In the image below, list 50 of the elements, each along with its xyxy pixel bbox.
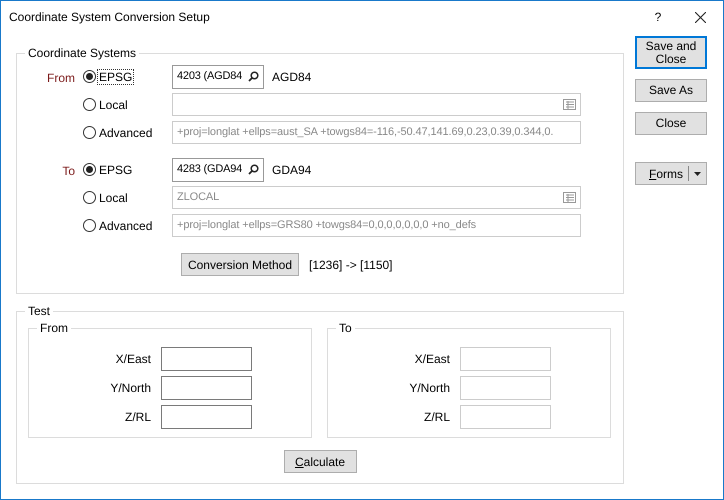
- local-field[interactable]: ZLOCAL: [172, 186, 581, 209]
- radio-label[interactable]: EPSG: [98, 160, 172, 178]
- list-icon[interactable]: [563, 99, 576, 110]
- group-label: From: [47, 71, 75, 85]
- help-button[interactable]: ?: [638, 8, 678, 26]
- system-name: AGD84: [272, 68, 312, 86]
- field-label: X/East: [114, 351, 152, 368]
- window-title: Coordinate System Conversion Setup: [9, 9, 211, 26]
- field-label: Z/RL: [124, 409, 152, 426]
- radio-label[interactable]: Local: [98, 188, 172, 206]
- field-label: Y/North: [109, 380, 152, 397]
- radio-button[interactable]: [83, 70, 96, 83]
- field-label: X/East: [414, 351, 451, 368]
- field-label: Z/RL: [422, 409, 451, 426]
- save-close-button[interactable]: Save and Close: [635, 36, 707, 69]
- search-icon[interactable]: [248, 164, 259, 175]
- calculate-button[interactable]: Calculate: [284, 450, 356, 473]
- group-title: From: [37, 321, 71, 335]
- group-title: Coordinate Systems: [25, 46, 140, 60]
- forms-button[interactable]: Forms: [635, 162, 707, 185]
- conversion-method-button[interactable]: Conversion Method: [181, 253, 299, 276]
- projection-field[interactable]: +proj=longlat +ellps=aust_SA +towgs84=-116,-50.47,141.69,0.23,0.39,0.344,0.: [172, 121, 581, 144]
- radio-label[interactable]: EPSG: [98, 68, 172, 86]
- coordinate-field[interactable]: [161, 405, 252, 429]
- local-field[interactable]: [172, 93, 581, 116]
- dropdown-icon[interactable]: [694, 172, 701, 176]
- radio-label[interactable]: Advanced: [98, 216, 172, 234]
- search-icon[interactable]: [248, 71, 259, 82]
- radio-button[interactable]: [83, 126, 96, 139]
- list-icon[interactable]: [563, 192, 576, 203]
- group-label: To: [62, 164, 75, 178]
- field-label: Y/North: [408, 380, 451, 397]
- projection-field[interactable]: +proj=longlat +ellps=GRS80 +towgs84=0,0,0,0,0,0,0 +no_defs: [172, 214, 581, 237]
- dialog-button[interactable]: Save As: [635, 79, 707, 102]
- group-title: To: [336, 321, 355, 335]
- radio-button[interactable]: [83, 98, 96, 111]
- radio-button[interactable]: [83, 191, 96, 204]
- radio-button[interactable]: [83, 163, 96, 176]
- radio-label[interactable]: Local: [98, 96, 172, 114]
- group-title: Test: [25, 304, 54, 318]
- system-name: GDA94: [272, 162, 312, 178]
- code-field[interactable]: 4283 (GDA94: [172, 158, 264, 182]
- coordinate-field[interactable]: [161, 376, 252, 400]
- radio-label[interactable]: Advanced: [98, 124, 172, 142]
- dialog-button[interactable]: Close: [635, 112, 707, 135]
- radio-button[interactable]: [83, 219, 96, 232]
- coordinate-field[interactable]: [161, 347, 252, 371]
- close-icon[interactable]: [695, 12, 706, 22]
- conversion-result: [1236] -> [1150]: [309, 256, 393, 274]
- code-field[interactable]: 4203 (AGD84: [172, 64, 264, 88]
